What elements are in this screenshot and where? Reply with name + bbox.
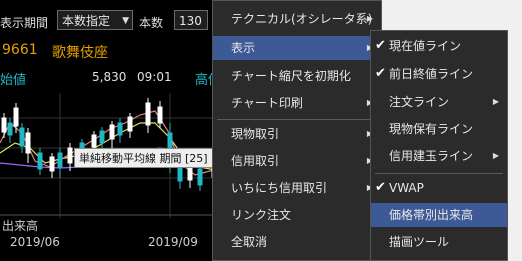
- menu-item-reset-scale[interactable]: チャート縮尺を初期化: [213, 64, 381, 88]
- menu-item-day-margin-trade[interactable]: いちにち信用取引 ▶: [213, 176, 381, 200]
- menu-item-label: 前日終値ライン: [389, 67, 474, 81]
- menu-item-label: 信用取引: [231, 154, 280, 168]
- menu-separator: [375, 173, 503, 174]
- volume-label: 出来高: [2, 219, 39, 233]
- menu-separator: [217, 119, 377, 120]
- submenu-item-drawing-tools[interactable]: 描画ツール: [371, 230, 507, 254]
- check-icon: ✔: [375, 66, 386, 81]
- submenu-item-holding-line[interactable]: 現物保有ライン: [371, 117, 507, 141]
- submenu-item-current-price-line[interactable]: ✔ 現在値ライン: [371, 34, 507, 58]
- submenu-item-vwap[interactable]: ✔ VWAP: [371, 176, 507, 200]
- period-select-value: 本数指定: [62, 14, 111, 28]
- submenu-item-margin-position-line[interactable]: 信用建玉ライン ▶: [371, 144, 507, 168]
- menu-item-label: チャート縮尺を初期化: [231, 69, 351, 83]
- menu-item-link-order[interactable]: リンク注文: [213, 203, 381, 227]
- check-icon: ✔: [375, 180, 386, 195]
- menu-item-cash-trade[interactable]: 現物取引 ▶: [213, 122, 381, 146]
- count-value: 130: [179, 14, 202, 28]
- menu-item-margin-trade[interactable]: 信用取引 ▶: [213, 149, 381, 173]
- menu-item-cancel-all[interactable]: 全取消: [213, 230, 381, 254]
- count-input[interactable]: 130: [174, 10, 208, 30]
- menu-item-label: リンク注文: [231, 208, 292, 222]
- submenu-item-prev-close-line[interactable]: ✔ 前日終値ライン: [371, 62, 507, 86]
- open-label: 始値: [0, 73, 27, 88]
- count-label: 本数: [139, 16, 164, 30]
- stock-code: 9661: [2, 42, 38, 58]
- menu-item-label: 価格帯別出来高: [389, 208, 474, 222]
- stock-header: 9661 歌舞伎座: [0, 41, 225, 61]
- check-icon: ✔: [375, 38, 386, 53]
- submenu-item-volume-by-price[interactable]: 価格帯別出来高: [371, 203, 507, 227]
- period-label: 表示期間: [0, 16, 49, 30]
- menu-item-label: VWAP: [389, 181, 424, 195]
- menu-item-label: 全取消: [231, 235, 268, 249]
- submenu-item-order-line[interactable]: 注文ライン ▶: [371, 90, 507, 114]
- menu-item-label: テクニカル(オシレータ系): [231, 12, 373, 26]
- chart-toolbar: 表示期間 本数指定 ▼ 本数 130: [0, 8, 225, 32]
- x-date-right: 2019/09: [148, 235, 198, 249]
- price-info-row: 始値 5,830 09:01 高値: [0, 68, 225, 88]
- ma-tooltip: 単純移動平均線 期間 [25]: [74, 148, 213, 168]
- chevron-right-icon: ▶: [492, 97, 499, 106]
- open-time: 09:01: [137, 70, 172, 84]
- menu-item-print-chart[interactable]: チャート印刷 ▶: [213, 91, 381, 115]
- menu-item-label: いちにち信用取引: [231, 181, 328, 195]
- menu-item-label: 現在値ライン: [389, 39, 462, 53]
- menu-item-label: 描画ツール: [389, 235, 450, 249]
- menu-item-label: 信用建玉ライン: [389, 149, 474, 163]
- chevron-right-icon: ▶: [366, 14, 373, 23]
- chart-panel: 表示期間 本数指定 ▼ 本数 130 9661 歌舞伎座 始値 5,830 09…: [0, 0, 225, 261]
- menu-item-technical-oscillator[interactable]: テクニカル(オシレータ系) ▶: [213, 7, 381, 31]
- stock-name: 歌舞伎座: [52, 45, 108, 61]
- display-submenu: ✔ 現在値ライン ✔ 前日終値ライン 注文ライン ▶ 現物保有ライン 信用建玉ラ…: [370, 30, 508, 261]
- menu-item-label: 注文ライン: [389, 95, 450, 109]
- chevron-right-icon: ▶: [492, 151, 499, 160]
- context-menu: テクニカル(オシレータ系) ▶ 表示 ▶ チャート縮尺を初期化 チャート印刷 ▶…: [212, 0, 382, 261]
- menu-item-label: チャート印刷: [231, 96, 303, 110]
- open-price: 5,830: [92, 70, 127, 84]
- period-select[interactable]: 本数指定 ▼: [57, 10, 133, 30]
- x-date-left: 2019/06: [10, 235, 60, 249]
- menu-item-label: 現物取引: [231, 127, 280, 141]
- menu-item-display[interactable]: 表示 ▶: [213, 36, 381, 60]
- candles: [1, 98, 217, 191]
- menu-item-label: 表示: [231, 41, 256, 55]
- menu-item-label: 現物保有ライン: [389, 122, 474, 136]
- chevron-down-icon: ▼: [122, 16, 129, 26]
